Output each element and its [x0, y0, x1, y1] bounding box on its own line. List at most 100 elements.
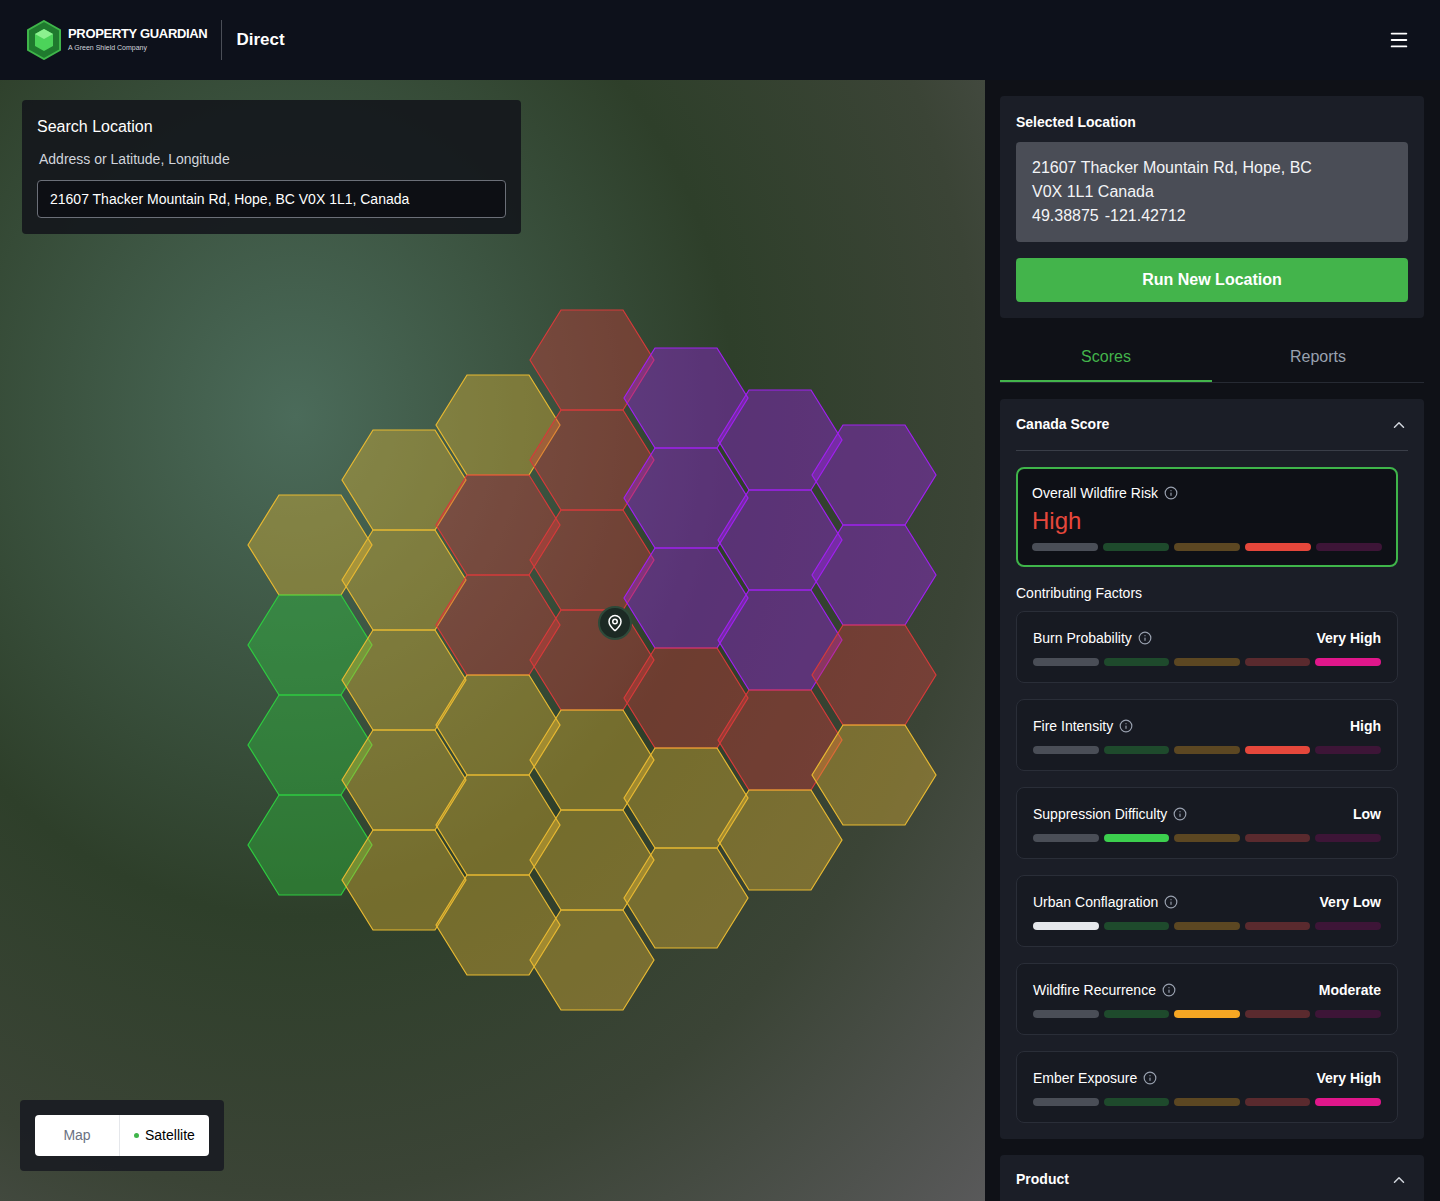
risk-scale: [1033, 1098, 1381, 1106]
risk-segment: [1245, 658, 1311, 666]
risk-segment: [1245, 922, 1311, 930]
risk-segment: [1245, 746, 1311, 754]
chevron-up-icon: [1390, 1171, 1408, 1189]
risk-segment: [1033, 834, 1099, 842]
risk-segment: [1033, 1010, 1099, 1018]
factor-card: Suppression Difficulty Low: [1016, 787, 1398, 859]
menu-button[interactable]: [1384, 25, 1414, 55]
pin-icon: [606, 614, 624, 632]
product-name: Direct: [236, 27, 284, 53]
factor-value: Low: [1353, 804, 1381, 824]
risk-scale: [1033, 1010, 1381, 1018]
overall-label: Overall Wildfire Risk: [1032, 483, 1158, 503]
chevron-up-icon: [1390, 416, 1408, 434]
hex-cell[interactable]: [624, 848, 748, 948]
menu-icon: [1388, 29, 1410, 51]
hex-cell[interactable]: [812, 425, 936, 525]
section-header[interactable]: Product: [1016, 1169, 1408, 1190]
hex-overlay: [0, 80, 985, 1201]
hex-cell[interactable]: [812, 525, 936, 625]
factor-card: Fire Intensity High: [1016, 699, 1398, 771]
map[interactable]: Search Location Address or Latitude, Long…: [0, 80, 985, 1201]
hex-cell[interactable]: [718, 790, 842, 890]
risk-segment: [1174, 834, 1240, 842]
info-icon[interactable]: [1162, 983, 1176, 997]
hex-cell[interactable]: [812, 625, 936, 725]
factor-value: Moderate: [1319, 980, 1381, 1000]
search-input[interactable]: 21607 Thacker Mountain Rd, Hope, BC V0X …: [37, 180, 506, 218]
risk-segment: [1174, 1010, 1240, 1018]
risk-segment: [1103, 543, 1169, 551]
info-icon[interactable]: [1119, 719, 1133, 733]
info-icon[interactable]: [1164, 895, 1178, 909]
risk-scale: [1033, 746, 1381, 754]
address-line: V0X 1L1 Canada: [1032, 180, 1392, 204]
risk-scale: [1033, 658, 1381, 666]
selected-location-card: Selected Location 21607 Thacker Mountain …: [1000, 96, 1424, 318]
risk-segment: [1315, 922, 1381, 930]
factor-label: Fire Intensity: [1033, 716, 1113, 736]
sidebar: Selected Location 21607 Thacker Mountain …: [985, 80, 1440, 1201]
factor-card: Burn ProbabilityVery High: [1016, 611, 1398, 683]
risk-segment: [1104, 1010, 1170, 1018]
risk-segment: [1104, 658, 1170, 666]
risk-segment: [1315, 658, 1381, 666]
risk-segment: [1315, 1098, 1381, 1106]
risk-segment: [1174, 1098, 1240, 1106]
top-bar: PROPERTY GUARDIANA Green Shield Company D…: [0, 0, 1440, 80]
run-new-location-button[interactable]: Run New Location: [1016, 258, 1408, 302]
view-option[interactable]: Satellite: [119, 1115, 209, 1156]
factor-label: Wildfire Recurrence: [1033, 980, 1156, 1000]
factor-value: High: [1350, 716, 1381, 736]
hex-cell[interactable]: [530, 910, 654, 1010]
info-icon[interactable]: [1143, 1071, 1157, 1085]
risk-segment: [1104, 834, 1170, 842]
factor-label: Burn Probability: [1033, 628, 1132, 648]
tab[interactable]: Reports: [1212, 334, 1424, 382]
factor-card: Wildfire Recurrence Moderate: [1016, 963, 1398, 1035]
app: PROPERTY GUARDIANA Green Shield Company D…: [0, 0, 1440, 1201]
risk-segment: [1104, 922, 1170, 930]
overall-risk-box: Overall Wildfire RiskHigh: [1016, 467, 1398, 567]
brand: PROPERTY GUARDIANA Green Shield Company: [68, 26, 207, 54]
risk-segment: [1316, 543, 1382, 551]
tab[interactable]: Scores: [1000, 334, 1212, 382]
product-card: Product: [1000, 1155, 1424, 1201]
risk-segment: [1174, 543, 1240, 551]
risk-segment: [1245, 543, 1311, 551]
risk-segment: [1174, 746, 1240, 754]
factor-card: Ember Exposure Very High: [1016, 1051, 1398, 1123]
info-icon[interactable]: [1164, 486, 1178, 500]
risk-scale: [1032, 543, 1382, 551]
info-icon[interactable]: [1173, 807, 1187, 821]
address-box: 21607 Thacker Mountain Rd, Hope, BCV0X 1…: [1016, 142, 1408, 242]
selected-dot: [134, 1133, 139, 1138]
factors-title: Contributing Factors: [1016, 583, 1398, 603]
risk-segment: [1315, 746, 1381, 754]
card-title: Selected Location: [1016, 112, 1408, 132]
location-pin[interactable]: [598, 606, 632, 640]
search-panel: Search Location Address or Latitude, Long…: [22, 100, 521, 234]
factor-label: Suppression Difficulty: [1033, 804, 1167, 824]
risk-segment: [1174, 922, 1240, 930]
hex-cell[interactable]: [812, 725, 936, 825]
search-label: Address or Latitude, Longitude: [39, 149, 506, 170]
risk-scale: [1033, 834, 1381, 842]
map-view-toggle: MapSatellite: [20, 1100, 224, 1171]
risk-segment: [1245, 834, 1311, 842]
risk-segment: [1033, 922, 1099, 930]
view-option[interactable]: Map: [35, 1115, 119, 1156]
info-icon[interactable]: [1138, 631, 1152, 645]
risk-segment: [1104, 746, 1170, 754]
canada-score-card: Canada ScoreOverall Wildfire RiskHighCon…: [1000, 399, 1424, 1139]
risk-segment: [1315, 1010, 1381, 1018]
risk-segment: [1174, 658, 1240, 666]
factor-value: Very High: [1316, 1068, 1381, 1088]
risk-segment: [1032, 543, 1098, 551]
section-header[interactable]: Canada Score: [1016, 399, 1408, 451]
search-title: Search Location: [37, 115, 506, 139]
risk-segment: [1033, 1098, 1099, 1106]
risk-scale: [1033, 922, 1381, 930]
divider: [221, 20, 222, 60]
factor-label: Ember Exposure: [1033, 1068, 1137, 1088]
